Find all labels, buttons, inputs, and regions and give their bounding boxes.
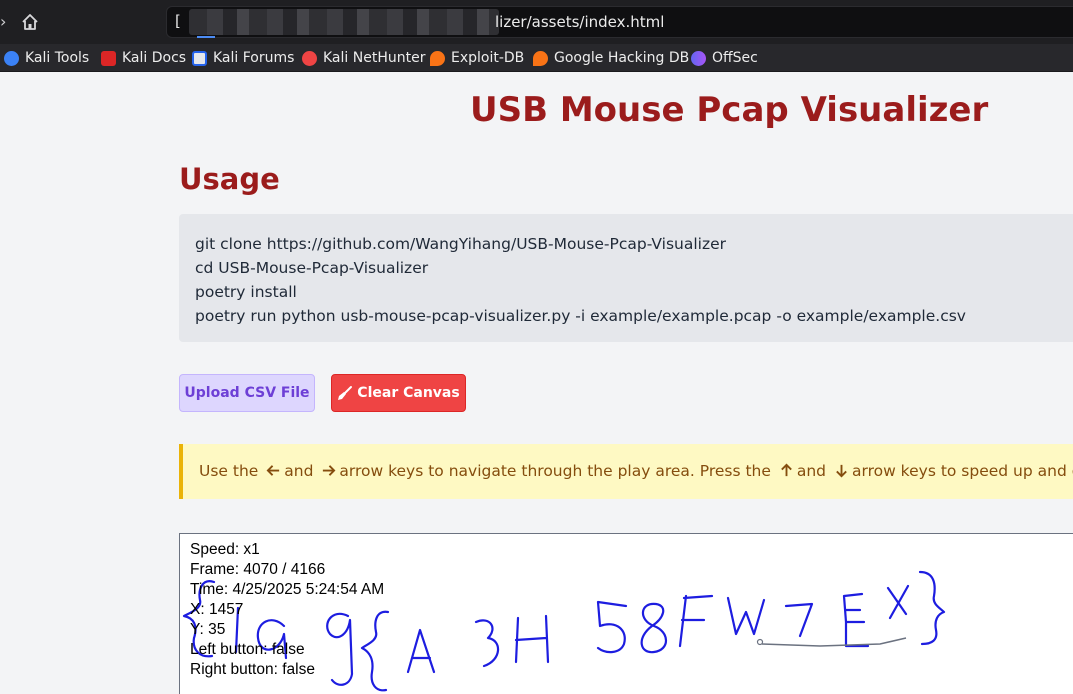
bookmark-label: Kali Forums [213,50,295,66]
notice-text: and [284,462,314,480]
speed-readout: Speed: x1 [190,541,260,558]
kali-nethunter-icon [302,50,317,66]
arrow-up-icon [781,463,792,477]
home-icon[interactable] [20,12,40,32]
google-hacking-db-icon [533,50,548,66]
url-text: lizer/assets/index.html [495,13,665,31]
notice-text: and [796,462,827,480]
bookmark-exploit-db[interactable]: Exploit-DB [430,49,524,67]
usage-heading: Usage [179,162,280,196]
x-readout: X: 1457 [190,601,244,618]
clear-canvas-button[interactable]: Clear Canvas [331,374,466,412]
playback-info: Speed: x1 Frame: 4070 / 4166 Time: 4/25/… [190,540,384,680]
redacted-url-region [189,9,499,35]
time-readout: Time: 4/25/2025 5:24:54 AM [190,581,385,598]
code-line: poetry install [195,283,297,301]
kali-tools-icon [4,50,19,66]
bookmark-kali-nethunter[interactable]: Kali NetHunter [302,49,425,67]
arrow-left-icon [266,465,280,476]
notice-text: Use the [199,462,259,480]
upload-csv-button[interactable]: Upload CSV File [179,374,315,412]
bookmark-label: Kali NetHunter [323,50,426,66]
bookmark-label: Google Hacking DB [554,50,690,66]
kali-docs-icon [101,50,116,66]
browser-toolbar: › [ lizer/assets/index.html [0,0,1073,44]
left-button-readout: Left button: false [190,641,305,658]
code-line: poetry run python usb-mouse-pcap-visuali… [195,307,966,325]
bookmark-label: Kali Tools [25,50,90,66]
bookmark-offsec[interactable]: OffSec [691,49,758,67]
bookmark-google-hacking-db[interactable]: Google Hacking DB [533,49,689,67]
code-line: git clone https://github.com/WangYihang/… [195,235,727,253]
bookmark-kali-tools[interactable]: Kali Tools [4,49,89,67]
frame-readout: Frame: 4070 / 4166 [190,561,326,578]
notice-text: arrow keys to speed up and down. [851,462,1073,480]
bookmark-kali-docs[interactable]: Kali Docs [101,49,186,67]
y-readout: Y: 35 [190,621,226,638]
usage-code-block: git clone https://github.com/WangYihang/… [179,214,1073,342]
kali-forums-icon [192,50,207,66]
url-prefix: [ [175,12,181,30]
page-title: USB Mouse Pcap Visualizer [470,90,989,130]
bookmark-label: OffSec [712,50,758,66]
url-focus-indicator [197,36,215,38]
bookmarks-bar: Kali Tools Kali Docs Kali Forums Kali Ne… [0,44,1073,72]
arrow-down-icon [836,464,847,478]
address-bar[interactable]: [ lizer/assets/index.html [166,6,1073,38]
play-canvas[interactable]: Speed: x1 Frame: 4070 / 4166 Time: 4/25/… [179,533,1073,694]
bookmark-label: Kali Docs [122,50,187,66]
bookmark-label: Exploit-DB [451,50,525,66]
arrow-right-icon [323,465,336,476]
code-line: cd USB-Mouse-Pcap-Visualizer [195,259,429,277]
notice-text: arrow keys to navigate through the play … [339,462,771,480]
offsec-icon [691,50,706,66]
broom-icon [338,386,353,400]
keyboard-hint-notice: Use the and arrow keys to navigate throu… [179,444,1073,499]
clear-canvas-label: Clear Canvas [357,385,460,401]
right-button-readout: Right button: false [190,661,315,678]
bookmark-kali-forums[interactable]: Kali Forums [192,49,294,67]
chevron-icon[interactable]: › [0,12,8,31]
exploit-db-icon [430,50,445,66]
